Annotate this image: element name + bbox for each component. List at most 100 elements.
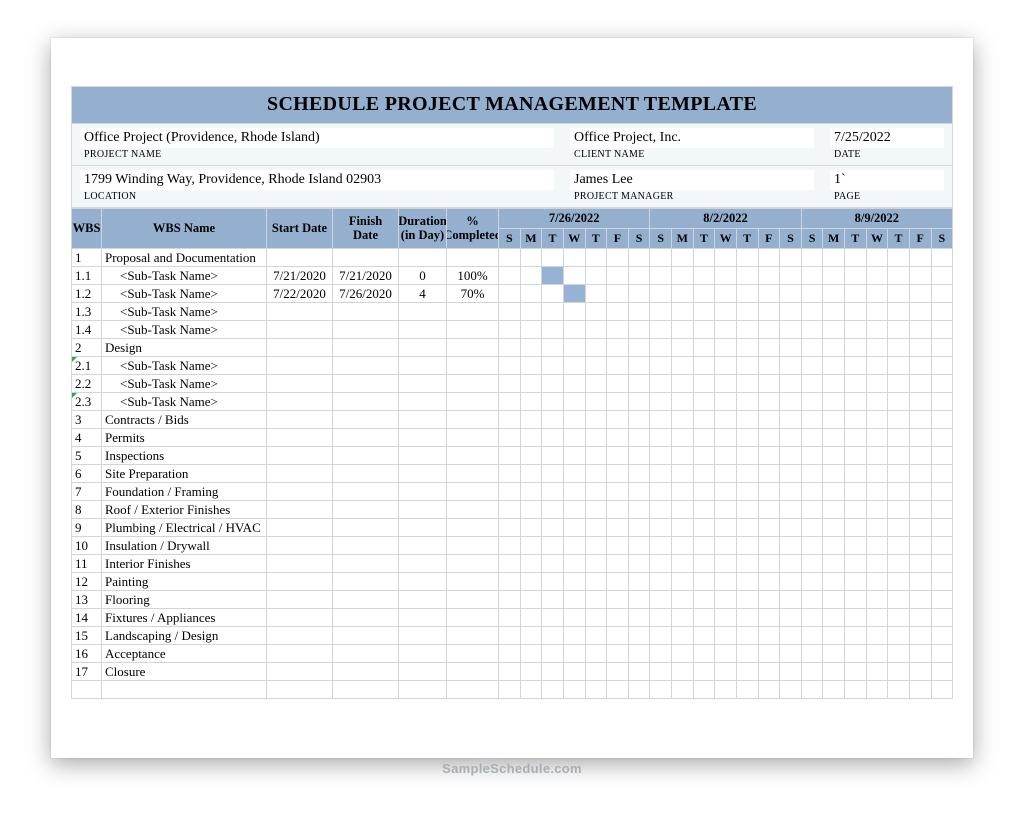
- gantt-cell: [607, 285, 629, 303]
- finish-date-cell: [333, 465, 399, 483]
- gantt-cell: [607, 393, 629, 411]
- gantt-cell: [932, 411, 954, 429]
- gantt-cell: [672, 555, 694, 573]
- gantt-cell: [607, 681, 629, 699]
- day-header: F: [910, 229, 932, 249]
- finish-date-cell: [333, 393, 399, 411]
- gantt-cell: [845, 645, 867, 663]
- gantt-cell: [737, 249, 759, 267]
- gantt-cell: [564, 447, 586, 465]
- gantt-cell: [780, 501, 802, 519]
- gantt-cell: [650, 465, 672, 483]
- gantt-cell: [715, 267, 737, 285]
- completed-cell: [447, 663, 499, 681]
- gantt-cell: [672, 357, 694, 375]
- gantt-cell: [780, 465, 802, 483]
- gantt-cell: [672, 573, 694, 591]
- day-header: M: [521, 229, 543, 249]
- table-row: 1.2<Sub-Task Name>7/22/20207/26/2020470%: [72, 285, 953, 303]
- table-row: 1.1<Sub-Task Name>7/21/20207/21/20200100…: [72, 267, 953, 285]
- gantt-cell: [737, 627, 759, 645]
- gantt-cell: [629, 483, 651, 501]
- gantt-cell: [542, 591, 564, 609]
- gantt-cell: [910, 321, 932, 339]
- gantt-cell: [586, 429, 608, 447]
- gantt-cell: [780, 645, 802, 663]
- gantt-cell: [650, 519, 672, 537]
- gantt-cell: [542, 447, 564, 465]
- gantt-cell: [802, 663, 824, 681]
- table-row: 11Interior Finishes: [72, 555, 953, 573]
- gantt-cell: [823, 465, 845, 483]
- gantt-cell: [759, 375, 781, 393]
- day-header: M: [672, 229, 694, 249]
- gantt-cell: [888, 465, 910, 483]
- gantt-cell: [737, 537, 759, 555]
- gantt-cell: [823, 627, 845, 645]
- gantt-cell: [759, 591, 781, 609]
- gantt-cell: [910, 573, 932, 591]
- gantt-cell: [737, 357, 759, 375]
- start-date-cell: [267, 663, 333, 681]
- gantt-cell: [845, 573, 867, 591]
- gantt-cell: [932, 555, 954, 573]
- gantt-cell: [564, 303, 586, 321]
- gantt-cell: [910, 591, 932, 609]
- wbs-cell: 10: [72, 537, 102, 555]
- gantt-cell: [780, 663, 802, 681]
- finish-date-cell: [333, 573, 399, 591]
- date-value: 7/25/2022: [830, 128, 944, 148]
- gantt-cell: [650, 591, 672, 609]
- start-date-cell: 7/22/2020: [267, 285, 333, 303]
- location-value: 1799 Winding Way, Providence, Rhode Isla…: [80, 170, 554, 190]
- column-header: Duration (in Day): [399, 209, 447, 249]
- gantt-cell: [759, 627, 781, 645]
- gantt-cell: [867, 249, 889, 267]
- gantt-cell: [759, 267, 781, 285]
- gantt-cell: [672, 303, 694, 321]
- wbs-name-cell: Permits: [102, 429, 267, 447]
- completed-cell: [447, 573, 499, 591]
- start-date-cell: [267, 375, 333, 393]
- wbs-cell: 2.1: [72, 357, 102, 375]
- gantt-cell: [586, 519, 608, 537]
- gantt-cell: [932, 537, 954, 555]
- gantt-cell: [499, 375, 521, 393]
- gantt-cell: [845, 303, 867, 321]
- completed-cell: [447, 591, 499, 609]
- gantt-cell: [521, 447, 543, 465]
- day-header: F: [607, 229, 629, 249]
- gantt-cell: [932, 375, 954, 393]
- gantt-cell: [672, 591, 694, 609]
- gantt-cell: [564, 267, 586, 285]
- wbs-name-cell: Insulation / Drywall: [102, 537, 267, 555]
- completed-cell: [447, 483, 499, 501]
- gantt-cell: [932, 645, 954, 663]
- table-row: 9Plumbing / Electrical / HVAC: [72, 519, 953, 537]
- gantt-cell: [672, 375, 694, 393]
- wbs-name-cell: Landscaping / Design: [102, 627, 267, 645]
- gantt-cell: [845, 285, 867, 303]
- gantt-cell: [564, 465, 586, 483]
- wbs-name-cell: Interior Finishes: [102, 555, 267, 573]
- gantt-cell: [888, 339, 910, 357]
- start-date-cell: 7/21/2020: [267, 267, 333, 285]
- gantt-cell: [650, 627, 672, 645]
- wbs-cell: 12: [72, 573, 102, 591]
- gantt-cell: [607, 555, 629, 573]
- gantt-cell: [542, 627, 564, 645]
- finish-date-cell: [333, 321, 399, 339]
- gantt-cell: [845, 681, 867, 699]
- gantt-cell: [759, 609, 781, 627]
- gantt-cell: [867, 609, 889, 627]
- gantt-cell: [910, 609, 932, 627]
- project-name-value: Office Project (Providence, Rhode Island…: [80, 128, 554, 148]
- gantt-cell: [802, 609, 824, 627]
- gantt-cell: [607, 357, 629, 375]
- table-row: [72, 681, 953, 699]
- gantt-cell: [542, 519, 564, 537]
- gantt-cell: [823, 285, 845, 303]
- gantt-cell: [586, 591, 608, 609]
- gantt-cell: [759, 519, 781, 537]
- column-header: WBS: [72, 209, 102, 249]
